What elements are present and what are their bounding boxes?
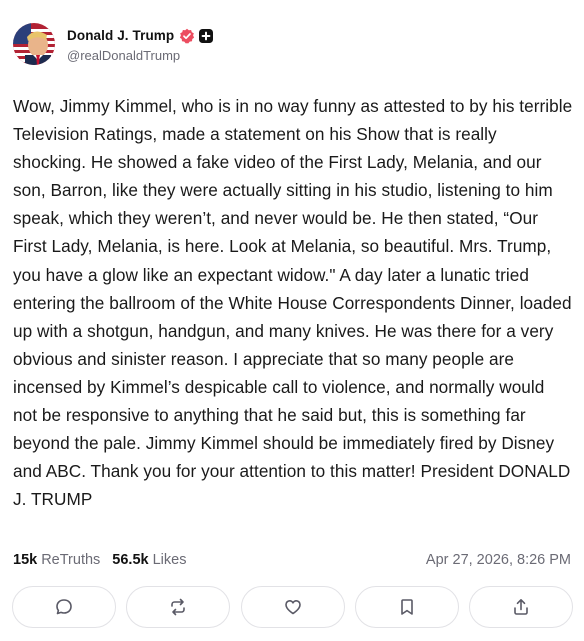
display-name[interactable]: Donald J. Trump — [67, 28, 174, 43]
plus-badge-icon — [199, 28, 214, 43]
share-button[interactable] — [469, 586, 573, 628]
share-icon — [514, 599, 528, 615]
likes-stat[interactable]: 56.5k Likes — [112, 552, 186, 568]
repost-icon — [171, 598, 186, 616]
like-button[interactable] — [240, 586, 345, 628]
retruths-stat[interactable]: 15k ReTruths — [13, 552, 100, 568]
verified-badge-icon — [179, 28, 195, 44]
retruth-button[interactable] — [126, 586, 231, 628]
post-header: Donald J. Trump @realDonaldTrump — [13, 22, 214, 66]
post-timestamp[interactable]: Apr 27, 2026, 8:26 PM — [426, 550, 571, 570]
heart-icon — [284, 600, 301, 615]
reply-button[interactable] — [12, 586, 116, 628]
bookmark-button[interactable] — [354, 586, 459, 628]
likes-count: 56.5k — [112, 552, 149, 568]
avatar-portrait — [13, 23, 55, 65]
handle[interactable]: @realDonaldTrump — [67, 48, 213, 63]
likes-label: Likes — [152, 552, 187, 568]
post-stats: 15k ReTruths 56.5k Likes — [13, 550, 186, 570]
avatar[interactable] — [13, 23, 55, 65]
author-names: Donald J. Trump @realDonaldTrump — [67, 26, 214, 63]
name-row: Donald J. Trump — [67, 26, 214, 46]
bookmark-icon — [400, 599, 413, 615]
retruths-count: 15k — [13, 552, 38, 568]
comment-icon — [56, 599, 72, 615]
retruths-label: ReTruths — [41, 552, 101, 568]
post-text: Wow, Jimmy Kimmel, who is in no way funn… — [13, 96, 577, 510]
action-bar — [12, 586, 573, 628]
